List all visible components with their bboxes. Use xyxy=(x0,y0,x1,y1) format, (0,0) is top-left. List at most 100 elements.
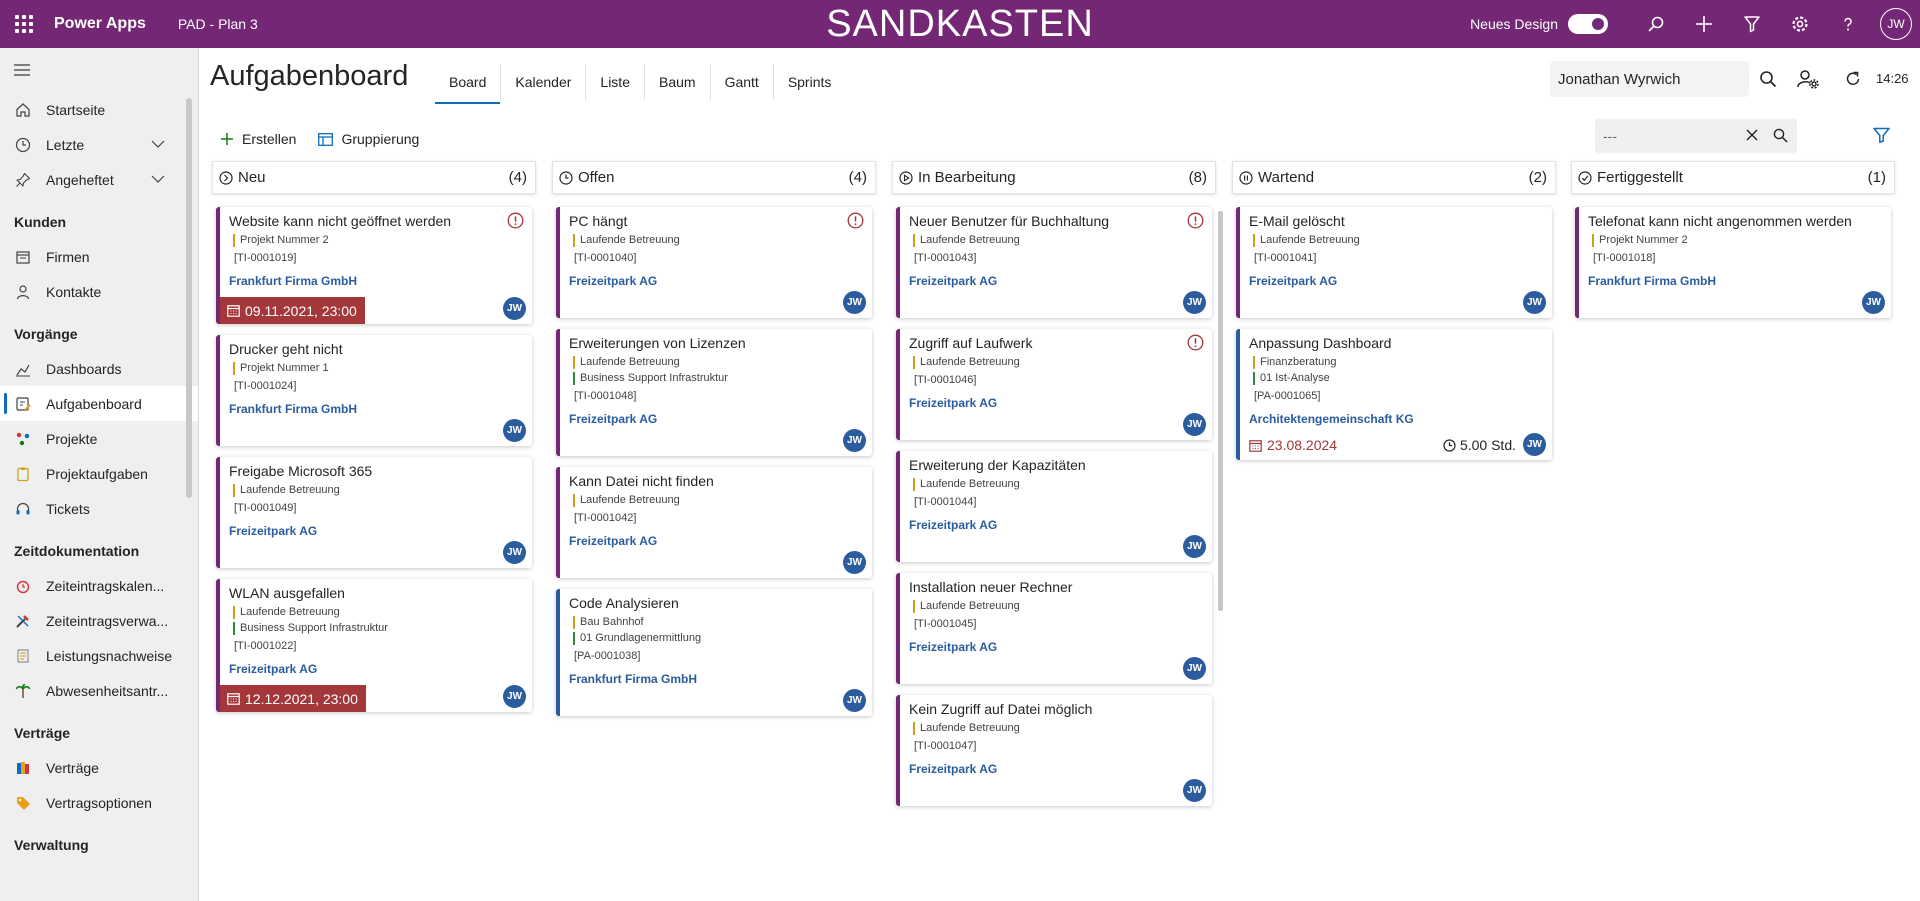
assignee-avatar[interactable]: JW xyxy=(1523,291,1546,314)
card-title[interactable]: Code Analysieren xyxy=(569,593,864,613)
card-title[interactable]: Drucker geht nicht xyxy=(229,339,524,359)
card-company-link[interactable]: Frankfurt Firma GmbH xyxy=(229,402,524,416)
search-button[interactable] xyxy=(1632,0,1680,48)
task-card[interactable]: Kann Datei nicht finden Laufende Betreuun… xyxy=(556,467,872,578)
assignee-avatar[interactable]: JW xyxy=(503,685,526,708)
card-title[interactable]: Kein Zugriff auf Datei möglich xyxy=(909,699,1204,719)
refresh-button[interactable] xyxy=(1835,61,1871,97)
task-card[interactable]: Erweiterung der Kapazitäten Laufende Betr… xyxy=(896,451,1212,562)
assignee-avatar[interactable]: JW xyxy=(1862,291,1885,314)
search-icon[interactable] xyxy=(1773,128,1788,143)
task-card[interactable]: E-Mail gelöscht Laufende Betreuung [TI-000… xyxy=(1236,207,1552,318)
card-company-link[interactable]: Freizeitpark AG xyxy=(569,412,864,426)
app-brand[interactable]: Power Apps xyxy=(54,15,146,33)
assignee-avatar[interactable]: JW xyxy=(1183,535,1206,558)
card-title[interactable]: PC hängt xyxy=(569,211,864,231)
sidebar-item-zeiteintragsverwaltung[interactable]: Zeiteintragsverwa... xyxy=(0,603,198,638)
sidebar-item-angeheftet[interactable]: Angeheftet xyxy=(0,162,198,197)
sidebar-item-leistungsnachweise[interactable]: Leistungsnachweise xyxy=(0,638,198,673)
card-title[interactable]: Erweiterung der Kapazitäten xyxy=(909,455,1204,475)
assignee-avatar[interactable]: JW xyxy=(1523,433,1546,456)
card-company-link[interactable]: Freizeitpark AG xyxy=(229,662,524,676)
tab-sprints[interactable]: Sprints xyxy=(774,64,846,100)
sidebar-item-projektaufgaben[interactable]: Projektaufgaben xyxy=(0,456,198,491)
card-title[interactable]: Telefonat kann nicht angenommen werden xyxy=(1588,211,1883,231)
assignee-avatar[interactable]: JW xyxy=(1183,291,1206,314)
card-company-link[interactable]: Freizeitpark AG xyxy=(909,518,1204,532)
assignee-avatar[interactable]: JW xyxy=(843,429,866,452)
sidebar-item-kontakte[interactable]: Kontakte xyxy=(0,274,198,309)
chevron-down-icon[interactable] xyxy=(150,171,166,187)
task-card[interactable]: Drucker geht nicht Projekt Nummer 1 [TI-00… xyxy=(216,335,532,446)
sidebar-item-letzte[interactable]: Letzte xyxy=(0,127,198,162)
task-card[interactable]: Website kann nicht geöffnet werden Projek… xyxy=(216,207,532,324)
card-company-link[interactable]: Freizeitpark AG xyxy=(909,640,1204,654)
card-title[interactable]: Zugriff auf Laufwerk xyxy=(909,333,1204,353)
sidebar-item-vertragsoptionen[interactable]: Vertragsoptionen xyxy=(0,785,198,820)
card-company-link[interactable]: Freizeitpark AG xyxy=(909,274,1204,288)
card-company-link[interactable]: Frankfurt Firma GmbH xyxy=(229,274,524,288)
app-name[interactable]: PAD - Plan 3 xyxy=(178,16,258,32)
card-title[interactable]: Website kann nicht geöffnet werden xyxy=(229,211,524,231)
assignee-avatar[interactable]: JW xyxy=(503,541,526,564)
assignee-avatar[interactable]: JW xyxy=(1183,657,1206,680)
sidebar-item-abwesenheitsantraege[interactable]: Abwesenheitsantr... xyxy=(0,673,198,708)
card-title[interactable]: Freigabe Microsoft 365 xyxy=(229,461,524,481)
card-company-link[interactable]: Frankfurt Firma GmbH xyxy=(569,672,864,686)
grouping-button[interactable]: Gruppierung xyxy=(318,124,419,154)
sidebar-item-vertraege[interactable]: Verträge xyxy=(0,750,198,785)
user-avatar-button[interactable]: JW xyxy=(1880,8,1912,40)
tab-kalender[interactable]: Kalender xyxy=(501,64,587,100)
column-header[interactable]: Fertiggestellt (1) xyxy=(1571,161,1895,194)
card-title[interactable]: Anpassung Dashboard xyxy=(1249,333,1544,353)
task-card[interactable]: PC hängt Laufende Betreuung [TI-0001040] Fr… xyxy=(556,207,872,318)
tab-board[interactable]: Board xyxy=(435,64,502,104)
card-title[interactable]: Neuer Benutzer für Buchhaltung xyxy=(909,211,1204,231)
sidebar-item-projekte[interactable]: Projekte xyxy=(0,421,198,456)
user-settings-button[interactable] xyxy=(1790,61,1826,97)
card-company-link[interactable]: Freizeitpark AG xyxy=(909,396,1204,410)
card-title[interactable]: Installation neuer Rechner xyxy=(909,577,1204,597)
card-title[interactable]: E-Mail gelöscht xyxy=(1249,211,1544,231)
column-header[interactable]: Wartend (2) xyxy=(1232,161,1556,194)
task-card[interactable]: Anpassung Dashboard Finanzberatung 01 Ist-… xyxy=(1236,329,1552,460)
sidebar-toggle-button[interactable] xyxy=(0,48,198,92)
filter-button[interactable] xyxy=(1728,0,1776,48)
assignee-avatar[interactable]: JW xyxy=(503,419,526,442)
card-company-link[interactable]: Freizeitpark AG xyxy=(569,534,864,548)
task-card[interactable]: WLAN ausgefallen Laufende Betreuung Busine… xyxy=(216,579,532,712)
sidebar-item-startseite[interactable]: Startseite xyxy=(0,92,198,127)
card-company-link[interactable]: Freizeitpark AG xyxy=(909,762,1204,776)
card-title[interactable]: Erweiterungen von Lizenzen xyxy=(569,333,864,353)
tab-gantt[interactable]: Gantt xyxy=(711,64,774,100)
task-card[interactable]: Freigabe Microsoft 365 Laufende Betreuung… xyxy=(216,457,532,568)
funnel-icon[interactable] xyxy=(1873,127,1890,143)
task-card[interactable]: Erweiterungen von Lizenzen Laufende Betre… xyxy=(556,329,872,456)
create-button[interactable]: Erstellen xyxy=(220,124,296,154)
column-scrollbar-thumb[interactable] xyxy=(1218,211,1223,611)
sidebar-item-aufgabenboard[interactable]: Aufgabenboard xyxy=(0,386,198,421)
tab-liste[interactable]: Liste xyxy=(586,64,645,100)
assignee-avatar[interactable]: JW xyxy=(1183,413,1206,436)
card-company-link[interactable]: Freizeitpark AG xyxy=(229,524,524,538)
settings-button[interactable] xyxy=(1776,0,1824,48)
assignee-avatar[interactable]: JW xyxy=(843,291,866,314)
card-company-link[interactable]: Freizeitpark AG xyxy=(1249,274,1544,288)
assignee-avatar[interactable]: JW xyxy=(843,551,866,574)
chevron-down-icon[interactable] xyxy=(150,136,166,152)
task-card[interactable]: Neuer Benutzer für Buchhaltung Laufende B… xyxy=(896,207,1212,318)
column-header[interactable]: In Bearbeitung (8) xyxy=(892,161,1216,194)
board-filter-input[interactable] xyxy=(1595,119,1797,153)
card-company-link[interactable]: Architektengemeinschaft KG xyxy=(1249,412,1544,426)
assignee-avatar[interactable]: JW xyxy=(843,689,866,712)
help-button[interactable] xyxy=(1824,0,1872,48)
new-record-button[interactable] xyxy=(1680,0,1728,48)
card-title[interactable]: WLAN ausgefallen xyxy=(229,583,524,603)
task-card[interactable]: Kein Zugriff auf Datei möglich Laufende B… xyxy=(896,695,1212,806)
task-card[interactable]: Telefonat kann nicht angenommen werden Pr… xyxy=(1575,207,1891,318)
sidebar-item-dashboards[interactable]: Dashboards xyxy=(0,351,198,386)
new-design-toggle[interactable] xyxy=(1568,14,1608,34)
assignee-avatar[interactable]: JW xyxy=(1183,779,1206,802)
column-scrollbar-track[interactable] xyxy=(1204,86,1212,776)
sidebar-scrollbar[interactable] xyxy=(186,98,192,498)
